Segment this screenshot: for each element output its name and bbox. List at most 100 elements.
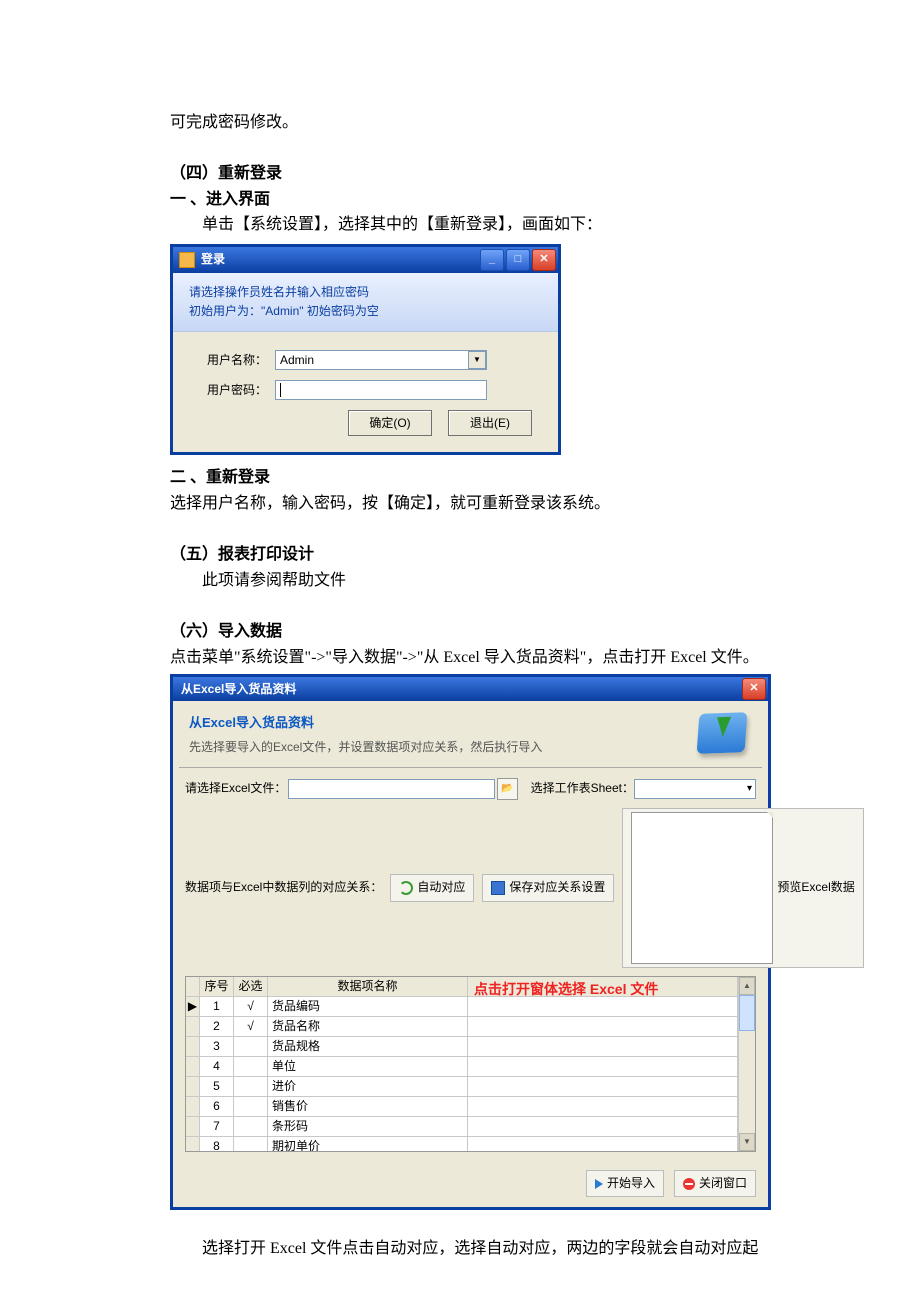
cell-excel[interactable] [468, 1117, 738, 1137]
mapping-grid: 序号 必选 数据项名称 对应Excel数据项 点击打开窗体选择 Excel 文件… [185, 976, 756, 1152]
cell-name: 进价 [268, 1077, 468, 1097]
titlebar: 从Excel导入货品资料 ✕ [173, 677, 768, 701]
table-row[interactable]: 5 进价 [186, 1077, 738, 1097]
scroll-down-button[interactable]: ▼ [739, 1133, 755, 1151]
ok-button[interactable]: 确定(O) [348, 410, 432, 436]
overlay-annotation: 点击打开窗体选择 Excel 文件 [474, 978, 658, 997]
import-window: 从Excel导入货品资料 ✕ 从Excel导入货品资料 先选择要导入的Excel… [170, 674, 771, 1210]
col-req: 必选 [234, 977, 268, 997]
username-combo[interactable]: Admin ▼ [275, 350, 487, 370]
sheet-select[interactable] [634, 779, 756, 799]
body-text: 此项请参阅帮助文件 [170, 568, 810, 594]
table-row[interactable]: 3 货品规格 [186, 1037, 738, 1057]
body-text: 点击菜单"系统设置"->"导入数据"->"从 Excel 导入货品资料"，点击打… [170, 645, 810, 671]
scroll-thumb[interactable] [739, 995, 755, 1031]
row-gutter [186, 1077, 200, 1097]
table-row[interactable]: ▶1√货品编码 [186, 997, 738, 1017]
cell-req [234, 1077, 268, 1097]
cell-req [234, 1037, 268, 1057]
cell-excel[interactable] [468, 1137, 738, 1151]
login-banner: 请选择操作员姓名并输入相应密码 初始用户为："Admin" 初始密码为空 [173, 273, 558, 332]
sheet-label: 选择工作表Sheet： [531, 779, 634, 798]
body-text: 选择用户名称，输入密码，按【确定】，就可重新登录该系统。 [170, 491, 810, 517]
heading-4b: 二 、重新登录 [170, 465, 810, 491]
preview-button[interactable]: 预览Excel数据 [622, 808, 863, 968]
header-title: 从Excel导入货品资料 [189, 713, 698, 734]
close-window-label: 关闭窗口 [699, 1174, 747, 1193]
table-row[interactable]: 6 销售价 [186, 1097, 738, 1117]
header-panel: 从Excel导入货品资料 先选择要导入的Excel文件，并设置数据项对应关系，然… [173, 701, 768, 767]
scroll-up-button[interactable]: ▲ [739, 977, 755, 995]
map-label: 数据项与Excel中数据列的对应关系： [185, 878, 382, 897]
row-gutter [186, 1137, 200, 1151]
cell-excel[interactable] [468, 1037, 738, 1057]
cell-seq: 1 [200, 997, 234, 1017]
cell-req [234, 1117, 268, 1137]
open-file-button[interactable]: 📂 [497, 778, 517, 800]
cell-excel[interactable] [468, 1077, 738, 1097]
cell-seq: 7 [200, 1117, 234, 1137]
window-title: 从Excel导入货品资料 [181, 680, 296, 699]
row-gutter [186, 1037, 200, 1057]
body-text: 单击【系统设置】，选择其中的【重新登录】，画面如下： [170, 212, 810, 238]
close-button[interactable]: ✕ [532, 249, 556, 271]
cell-excel[interactable] [468, 1017, 738, 1037]
cell-seq: 3 [200, 1037, 234, 1057]
grid-header: 序号 必选 数据项名称 对应Excel数据项 点击打开窗体选择 Excel 文件 [186, 977, 738, 997]
heading-5: （五）报表打印设计 [170, 542, 810, 568]
cell-excel[interactable] [468, 1097, 738, 1117]
cell-req [234, 1057, 268, 1077]
table-row[interactable]: 2√货品名称 [186, 1017, 738, 1037]
row-gutter: ▶ [186, 997, 200, 1017]
cell-name: 单位 [268, 1057, 468, 1077]
file-input[interactable] [288, 779, 495, 799]
minimize-button[interactable]: _ [480, 249, 504, 271]
heading-4: （四）重新登录 [170, 161, 810, 187]
cell-req [234, 1137, 268, 1151]
cell-req: √ [234, 997, 268, 1017]
cell-seq: 5 [200, 1077, 234, 1097]
app-icon [179, 252, 195, 268]
save-map-button[interactable]: 保存对应关系设置 [482, 874, 614, 901]
auto-match-button[interactable]: 自动对应 [390, 874, 474, 901]
login-window: 登录 _ □ ✕ 请选择操作员姓名并输入相应密码 初始用户为："Admin" 初… [170, 244, 561, 455]
start-import-label: 开始导入 [607, 1174, 655, 1193]
cell-excel[interactable] [468, 997, 738, 1017]
cell-excel[interactable] [468, 1057, 738, 1077]
cell-name: 销售价 [268, 1097, 468, 1117]
row-gutter [186, 1057, 200, 1077]
table-row[interactable]: 7 条形码 [186, 1117, 738, 1137]
body-text: 选择打开 Excel 文件点击自动对应，选择自动对应，两边的字段就会自动对应起 [170, 1236, 810, 1262]
username-value: Admin [280, 351, 314, 370]
header-subtitle: 先选择要导入的Excel文件，并设置数据项对应关系，然后执行导入 [189, 738, 698, 757]
cell-name: 条形码 [268, 1117, 468, 1137]
stop-icon [683, 1178, 695, 1190]
col-seq: 序号 [200, 977, 234, 997]
play-icon [595, 1179, 603, 1189]
chevron-down-icon[interactable]: ▼ [468, 351, 486, 369]
window-title: 登录 [201, 250, 225, 269]
cell-name: 货品编码 [268, 997, 468, 1017]
quit-button[interactable]: 退出(E) [448, 410, 532, 436]
table-row[interactable]: 4单位 [186, 1057, 738, 1077]
username-label: 用户名称： [195, 351, 267, 370]
cell-seq: 2 [200, 1017, 234, 1037]
scrollbar[interactable]: ▲ ▼ [738, 977, 755, 1151]
preview-label: 预览Excel数据 [777, 878, 854, 897]
start-import-button[interactable]: 开始导入 [586, 1170, 664, 1197]
table-row[interactable]: 8期初单价 [186, 1137, 738, 1151]
heading-4a: 一 、进入界面 [170, 187, 810, 213]
cell-req: √ [234, 1017, 268, 1037]
row-gutter [186, 1017, 200, 1037]
close-button[interactable]: ✕ [742, 678, 766, 700]
cell-name: 期初单价 [268, 1137, 468, 1151]
hint-line-1: 请选择操作员姓名并输入相应密码 [189, 283, 542, 302]
cell-req [234, 1097, 268, 1117]
cell-seq: 6 [200, 1097, 234, 1117]
maximize-button[interactable]: □ [506, 249, 530, 271]
close-window-button[interactable]: 关闭窗口 [674, 1170, 756, 1197]
password-input[interactable] [275, 380, 487, 400]
file-label: 请选择Excel文件： [185, 779, 286, 798]
password-label: 用户密码： [195, 381, 267, 400]
cell-name: 货品规格 [268, 1037, 468, 1057]
